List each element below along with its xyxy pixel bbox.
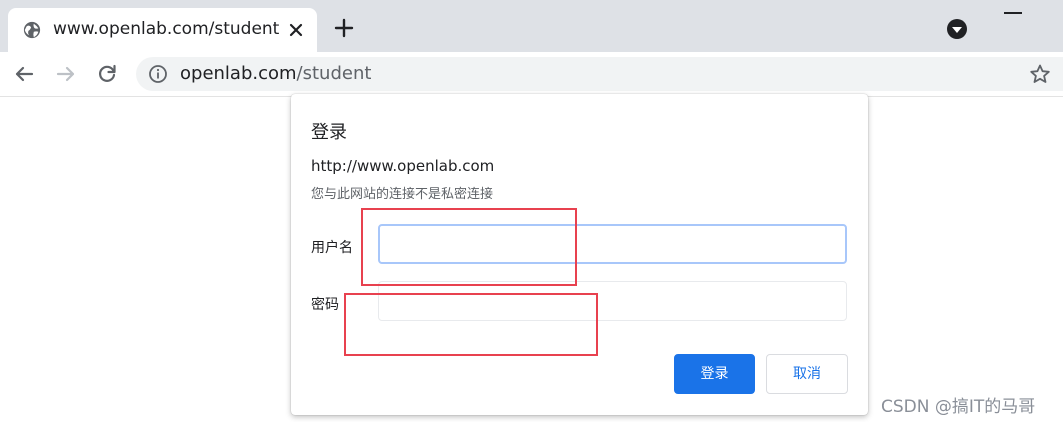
username-label: 用户名 (311, 240, 353, 256)
cancel-button[interactable]: 取消 (766, 354, 848, 394)
watermark: CSDN @搞IT的马哥 (881, 397, 1036, 417)
password-label: 密码 (311, 297, 339, 313)
star-icon[interactable] (1029, 63, 1051, 85)
url-path: /student (296, 63, 372, 84)
annotation-box-password (344, 293, 598, 356)
dialog-title: 登录 (311, 122, 347, 143)
globe-icon (23, 21, 41, 39)
login-button[interactable]: 登录 (674, 354, 755, 394)
close-icon[interactable] (286, 20, 306, 40)
address-bar[interactable]: openlab.com/student (136, 57, 1063, 91)
arrow-left-icon[interactable] (13, 63, 35, 85)
connection-warning: 您与此网站的连接不是私密连接 (311, 187, 494, 202)
url-text: openlab.com/student (180, 63, 371, 84)
url-host: openlab.com (180, 63, 297, 84)
browser-tab[interactable]: www.openlab.com/student (8, 8, 317, 52)
browser-toolbar: openlab.com/student (0, 52, 1063, 97)
arrow-right-icon[interactable] (55, 63, 77, 85)
tab-title: www.openlab.com/student (53, 19, 280, 39)
tab-strip: www.openlab.com/student (0, 0, 1063, 52)
info-circle-icon[interactable] (148, 64, 168, 84)
annotation-box-username (361, 208, 577, 286)
minimize-icon[interactable] (1004, 11, 1022, 15)
plus-icon[interactable] (333, 17, 355, 39)
profile-icon[interactable] (946, 18, 968, 40)
dialog-origin: http://www.openlab.com (311, 157, 495, 175)
reload-icon[interactable] (96, 63, 118, 85)
